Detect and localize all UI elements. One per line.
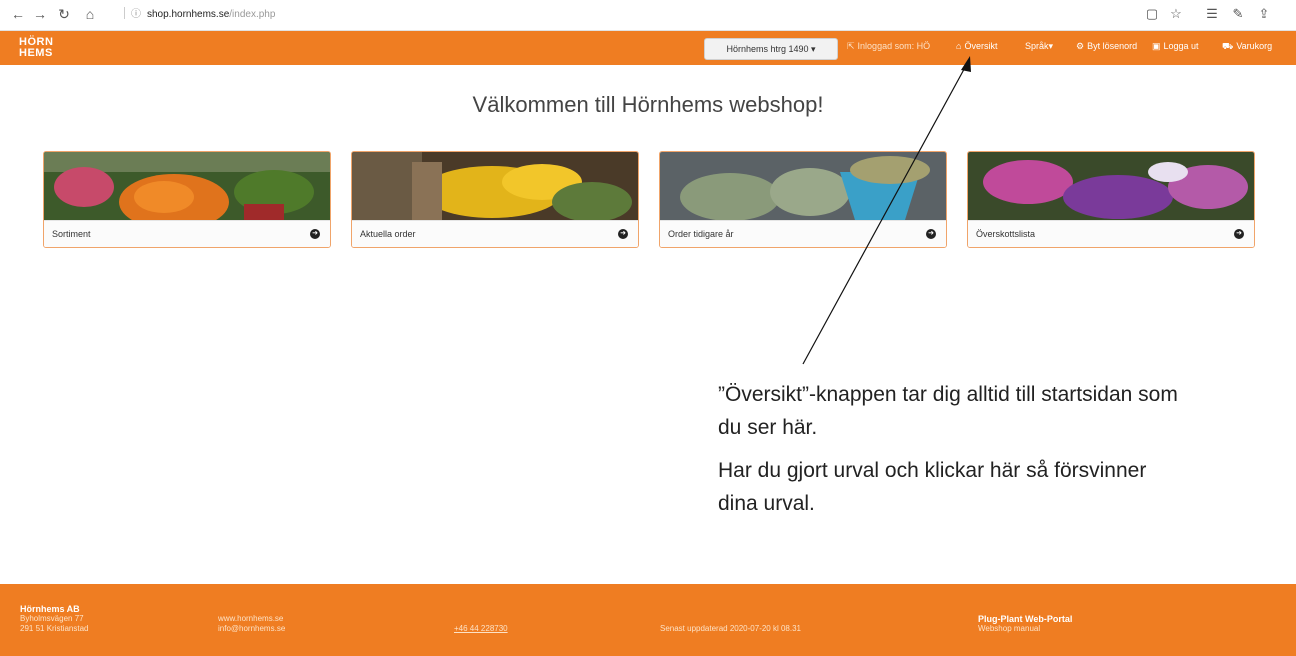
email-link[interactable]: info@hornhems.se (218, 624, 285, 634)
flower-photo (968, 152, 1254, 220)
annotation-paragraph-2: Har du gjort urval och klickar här så fö… (718, 459, 1147, 515)
change-password-link[interactable]: ⚙ Byt lösenord (1076, 41, 1137, 52)
home-icon[interactable]: ⌂ (80, 4, 100, 24)
logged-in-link[interactable]: ⇱ Inloggad som: HÖ (847, 41, 930, 52)
cart-link[interactable]: ⛟ Varukorg (1222, 41, 1272, 53)
card-label: Order tidigare år (668, 229, 734, 239)
annotation-text: ”Översikt”-knappen tar dig alltid till s… (718, 378, 1188, 530)
forward-icon[interactable]: → (30, 4, 50, 24)
last-updated: Senast uppdaterad 2020-07-20 kl 08.31 (660, 624, 801, 633)
favorite-star-icon[interactable]: ☆ (1166, 4, 1186, 24)
hornhems-logo[interactable]: HÖRN HEMS (19, 37, 53, 59)
overview-link[interactable]: ⌂ Översikt (956, 41, 997, 51)
card-order-tidigare-ar[interactable]: Order tidigare år ➜ (659, 151, 947, 248)
card-label: Sortiment (52, 229, 91, 239)
url-path: /index.php (229, 9, 276, 20)
website-link[interactable]: www.hornhems.se (218, 614, 285, 624)
favorites-list-icon[interactable]: ☰ (1202, 4, 1222, 24)
page-title: Välkommen till Hörnhems webshop! (472, 92, 824, 117)
reload-icon[interactable]: ↻ (54, 4, 74, 24)
card-overskottslista[interactable]: Överskottslista ➜ (967, 151, 1255, 248)
card-aktuella-order[interactable]: Aktuella order ➜ (351, 151, 639, 248)
arrow-circle-right-icon[interactable]: ➜ (926, 229, 936, 239)
flower-photo (660, 152, 946, 220)
reading-view-icon[interactable]: ▢ (1142, 4, 1162, 24)
pen-icon[interactable]: ✎ (1228, 4, 1248, 24)
login-icon: ⇱ (847, 41, 855, 51)
url-domain: shop.hornhems.se (147, 9, 230, 20)
back-icon[interactable]: ← (8, 4, 28, 24)
share-icon[interactable]: ⇪ (1254, 4, 1274, 24)
flower-photo (44, 152, 330, 220)
footer: Hörnhems AB Byholmsvägen 77 291 51 Krist… (0, 584, 1296, 656)
card-label: Aktuella order (360, 229, 416, 239)
annotation-paragraph-1: ”Översikt”-knappen tar dig alltid till s… (718, 383, 1178, 439)
arrow-circle-right-icon[interactable]: ➜ (310, 229, 320, 239)
home-icon: ⌂ (956, 41, 962, 51)
lock-icon: ▣ (1152, 41, 1161, 51)
top-navbar: HÖRN HEMS Hörnhems htrg 1490 ▾ ⇱ Inloggad… (0, 31, 1296, 65)
logout-link[interactable]: ▣ Logga ut (1152, 41, 1199, 52)
phone-link[interactable]: +46 44 228730 (454, 624, 508, 634)
card-sortiment[interactable]: Sortiment ➜ (43, 151, 331, 248)
webshop-manual-link[interactable]: Webshop manual (978, 624, 1072, 634)
gear-icon: ⚙ (1076, 41, 1085, 51)
store-select-button[interactable]: Hörnhems htrg 1490 ▾ (704, 38, 838, 60)
footer-contact: www.hornhems.se info@hornhems.se (218, 614, 285, 634)
browser-toolbar: ← → ↻ ⌂ ⓘ shop.hornhems.se/index.php ▢ ☆ … (0, 0, 1296, 31)
arrow-circle-right-icon[interactable]: ➜ (1234, 229, 1244, 239)
card-label: Överskottslista (976, 229, 1036, 239)
footer-address: Hörnhems AB Byholmsvägen 77 291 51 Krist… (20, 604, 89, 633)
language-dropdown[interactable]: Språk▾ (1025, 41, 1053, 52)
flower-photo (352, 152, 638, 220)
arrow-circle-right-icon[interactable]: ➜ (618, 229, 628, 239)
address-bar[interactable]: ⓘ shop.hornhems.se/index.php (124, 6, 724, 24)
info-icon[interactable]: ⓘ (131, 9, 141, 20)
footer-portal: Plug-Plant Web-Portal Webshop manual (978, 614, 1073, 634)
cart-icon: ⛟ (1222, 41, 1234, 51)
